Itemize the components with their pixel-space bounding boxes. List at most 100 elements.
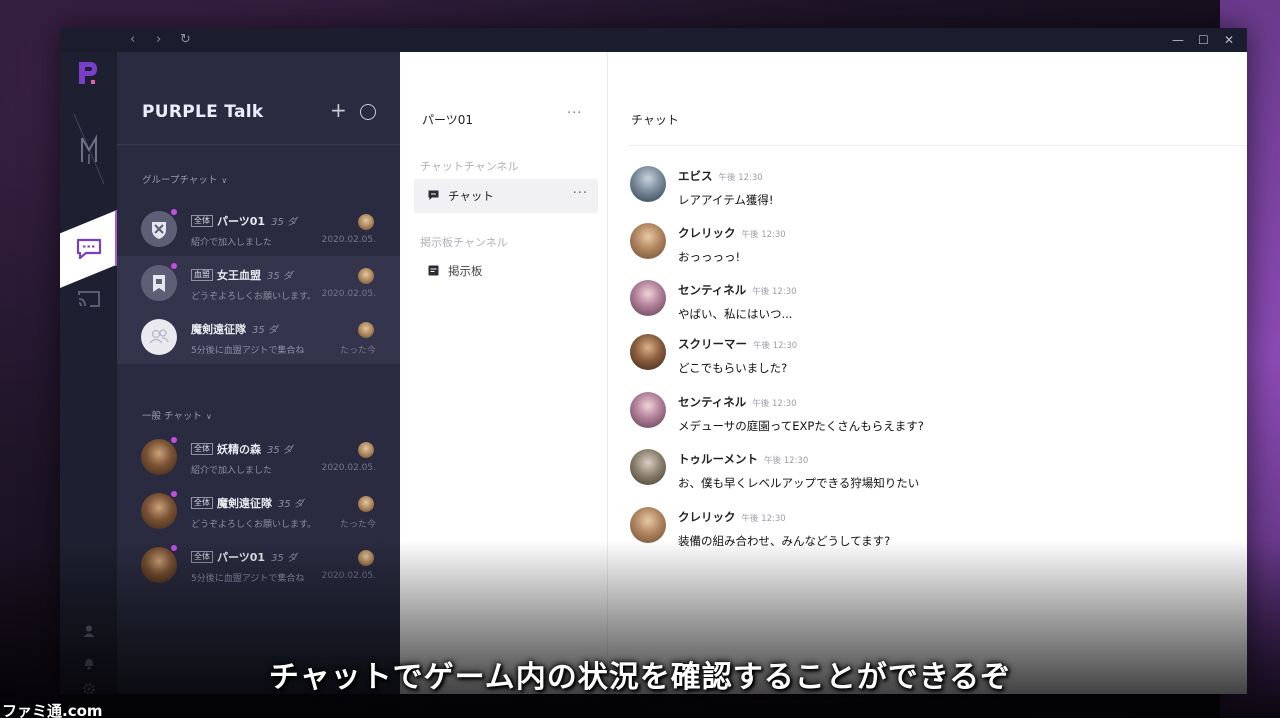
last-message: 5分後に血盟アジトで集合ね bbox=[191, 346, 305, 356]
icon-rail bbox=[60, 52, 118, 694]
chat-channel-section-label: チャットチャンネル bbox=[420, 160, 519, 173]
message-time: 午後 12:30 bbox=[753, 341, 798, 351]
video-caption: チャットでゲーム内の状況を確認することができるぞ bbox=[268, 660, 1012, 695]
unread-dot bbox=[171, 209, 177, 215]
add-chat-button[interactable]: + bbox=[330, 100, 347, 120]
user-icon[interactable] bbox=[82, 624, 96, 638]
message-text: どこでもらいました? bbox=[678, 361, 788, 375]
channel-label: チャット bbox=[448, 189, 494, 203]
chat-name-text: パーツ01 bbox=[217, 215, 266, 228]
chat-tag: 全体 bbox=[191, 497, 213, 509]
chat-message: エビス 午後 12:30 レアアイテム獲得! bbox=[630, 166, 1230, 214]
channel-panel: パーツ01 ··· チャットチャンネル チャット ··· 掲示板チャンネル 掲示… bbox=[400, 52, 608, 694]
avatar[interactable] bbox=[630, 280, 666, 316]
message-text: お、僕も早くレベルアップできる狩場知りたい bbox=[678, 476, 920, 490]
avatar[interactable] bbox=[630, 166, 666, 202]
chat-tag: 全体 bbox=[191, 443, 213, 455]
message-author: センティネル 午後 12:30 bbox=[678, 282, 797, 298]
author-name: クレリック bbox=[678, 510, 736, 524]
message-time: 午後 12:30 bbox=[741, 230, 786, 240]
maximize-icon[interactable]: ☐ bbox=[1198, 32, 1209, 48]
unread-dot bbox=[171, 263, 177, 269]
title-bar: ‹ › ↻ — ☐ ✕ bbox=[60, 28, 1247, 52]
minimize-icon[interactable]: — bbox=[1172, 32, 1184, 48]
message-time: 午後 12:30 bbox=[718, 173, 763, 183]
group-users-icon bbox=[149, 329, 169, 344]
channel-label: 掲示板 bbox=[448, 264, 483, 278]
member-count: 35 ダ bbox=[267, 445, 293, 456]
refresh-icon[interactable]: ↻ bbox=[180, 32, 191, 48]
avatar bbox=[141, 547, 177, 583]
chat-date: 2020.02.05. bbox=[321, 463, 376, 473]
close-icon[interactable]: ✕ bbox=[1224, 32, 1234, 48]
group-title: パーツ01 bbox=[422, 113, 474, 127]
last-message: 5分後に血盟アジトで集合ね bbox=[191, 574, 305, 584]
avatar[interactable] bbox=[630, 449, 666, 485]
message-text: レアアイテム獲得! bbox=[678, 193, 774, 207]
chevron-down-icon: ∨ bbox=[205, 412, 212, 421]
general-chat-item[interactable]: 全体 妖精の森 35 ダ 紹介で加入しました 2020.02.05. bbox=[117, 430, 400, 484]
chat-bubble-icon bbox=[76, 238, 102, 260]
general-chat-section-header[interactable]: 一般 チャット ∨ bbox=[142, 408, 212, 422]
member-count: 35 ダ bbox=[271, 553, 297, 564]
shield-icon bbox=[141, 211, 177, 247]
app-window: ‹ › ↻ — ☐ ✕ PURPLE Talk + グループチャット ∨ 全体 … bbox=[60, 28, 1247, 694]
avatar bbox=[141, 211, 177, 247]
chat-name-text: パーツ01 bbox=[217, 551, 266, 564]
profile-icon[interactable] bbox=[360, 104, 376, 120]
back-icon[interactable]: ‹ bbox=[130, 32, 135, 48]
member-avatar bbox=[358, 322, 374, 338]
message-text: やばい、私にはいつ... bbox=[678, 307, 793, 321]
chat-message: クレリック 午後 12:30 装備の組み合わせ、みんなどうしてます? bbox=[630, 507, 1230, 555]
avatar[interactable] bbox=[630, 334, 666, 370]
cast-icon[interactable] bbox=[77, 290, 101, 308]
group-chat-item[interactable]: 全体 パーツ01 35 ダ 紹介で加入しました 2020.02.05. bbox=[117, 202, 400, 256]
avatar bbox=[141, 319, 177, 355]
member-avatar bbox=[358, 442, 374, 458]
channel-item-chat[interactable]: チャット ··· bbox=[414, 179, 598, 213]
lineage-m-icon[interactable] bbox=[72, 114, 106, 184]
general-chat-item[interactable]: 全体 魔剣遠征隊 35 ダ どうぞよろしくお願いします。 たった今 bbox=[117, 484, 400, 538]
message-text: おっっっっ! bbox=[678, 250, 741, 264]
board-icon bbox=[428, 265, 439, 276]
general-chat-item[interactable]: 全体 パーツ01 35 ダ 5分後に血盟アジトで集合ね 2020.02.05. bbox=[117, 538, 400, 592]
chat-name-text: 魔剣遠征隊 bbox=[191, 323, 246, 336]
chat-name: 妖精の森 35 ダ bbox=[217, 441, 293, 457]
member-avatar bbox=[358, 268, 374, 284]
avatar bbox=[141, 493, 177, 529]
author-name: トゥルーメント bbox=[678, 452, 759, 466]
chat-name: 魔剣遠征隊 35 ダ bbox=[217, 495, 304, 511]
chat-message: センティネル 午後 12:30 メデューサの庭園ってEXPたくさんもらえます? bbox=[630, 392, 1230, 440]
purple-logo-icon[interactable] bbox=[76, 60, 100, 86]
author-name: センティネル bbox=[678, 395, 747, 409]
message-author: センティネル 午後 12:30 bbox=[678, 394, 797, 410]
chat-message: センティネル 午後 12:30 やばい、私にはいつ... bbox=[630, 280, 1230, 328]
forward-icon[interactable]: › bbox=[156, 32, 161, 48]
chat-message: クレリック 午後 12:30 おっっっっ! bbox=[630, 223, 1230, 271]
group-more-button[interactable]: ··· bbox=[567, 106, 582, 121]
member-count: 35 ダ bbox=[271, 217, 297, 228]
general-chat-section-label: 一般 チャット bbox=[142, 411, 202, 422]
channel-item-board[interactable]: 掲示板 bbox=[414, 254, 598, 288]
member-count: 35 ダ bbox=[267, 271, 293, 282]
group-chat-section-label: グループチャット bbox=[142, 175, 218, 186]
member-avatar bbox=[358, 496, 374, 512]
group-chat-section-header[interactable]: グループチャット ∨ bbox=[142, 172, 227, 186]
group-chat-item[interactable]: 魔剣遠征隊 35 ダ 5分後に血盟アジトで集合ね たった今 bbox=[117, 310, 400, 364]
chat-tag: 全体 bbox=[191, 215, 213, 227]
chat-name-text: 魔剣遠征隊 bbox=[217, 497, 272, 510]
channel-more-button[interactable]: ··· bbox=[573, 186, 588, 201]
chat-name-text: 妖精の森 bbox=[217, 443, 261, 456]
avatar[interactable] bbox=[630, 507, 666, 543]
message-time: 午後 12:30 bbox=[752, 399, 797, 409]
chat-tag: 血盟 bbox=[191, 269, 213, 281]
message-author: エビス 午後 12:30 bbox=[678, 168, 763, 184]
divider bbox=[117, 144, 400, 145]
avatar[interactable] bbox=[630, 223, 666, 259]
group-chat-item[interactable]: 血盟 女王血盟 35 ダ どうぞよろしくお願いします。 2020.02.05. bbox=[117, 256, 400, 310]
avatar[interactable] bbox=[630, 392, 666, 428]
message-author: クレリック 午後 12:30 bbox=[678, 225, 786, 241]
chat-name: パーツ01 35 ダ bbox=[217, 549, 297, 565]
chat-name-text: 女王血盟 bbox=[217, 269, 261, 282]
chat-name: パーツ01 35 ダ bbox=[217, 213, 297, 229]
